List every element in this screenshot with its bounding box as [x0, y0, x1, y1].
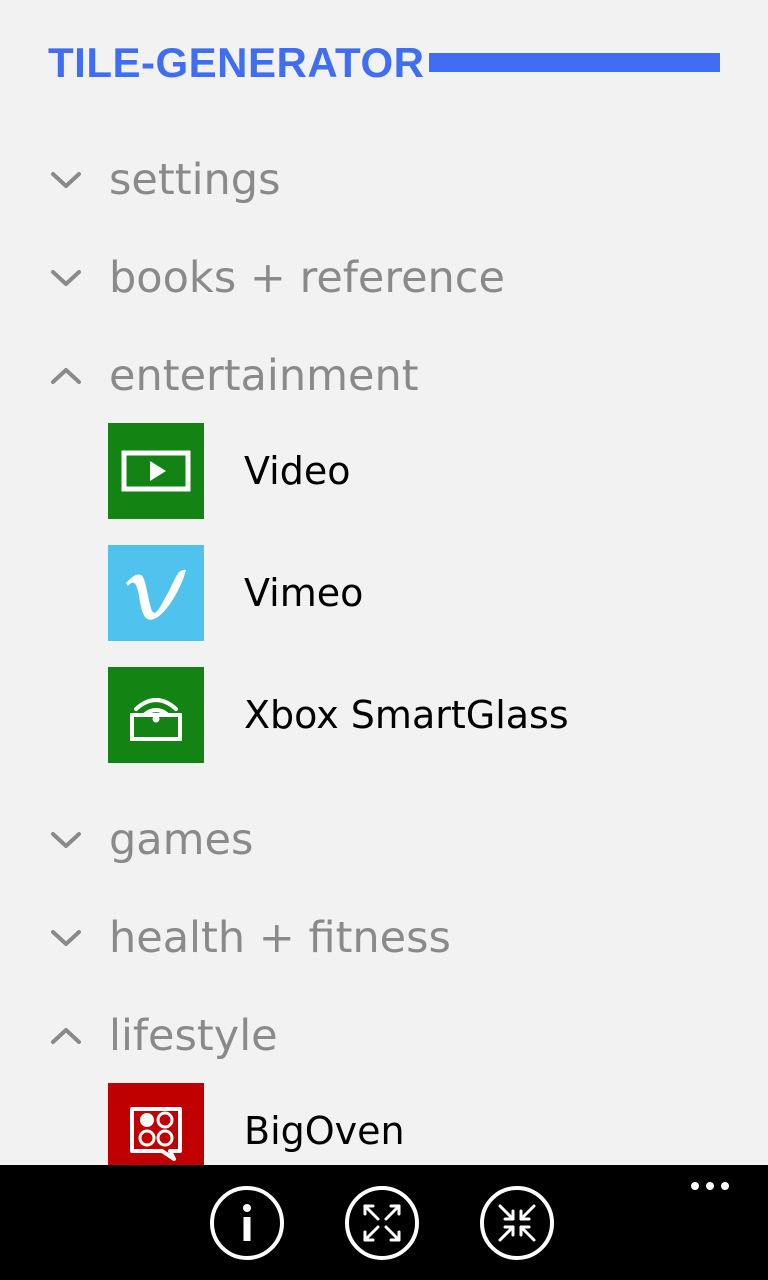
category-label: lifestyle	[109, 1011, 278, 1061]
application-bar	[0, 1165, 768, 1280]
app-item-video[interactable]: Video	[108, 423, 350, 519]
category-label: settings	[109, 155, 281, 205]
app-tile-xbox-smartglass	[108, 667, 204, 763]
category-label: health + fitness	[109, 913, 451, 963]
app-title: TILE-GENERATOR	[48, 39, 425, 86]
category-label: games	[109, 815, 254, 865]
category-settings[interactable]: settings	[46, 145, 280, 215]
category-books-reference[interactable]: books + reference	[46, 243, 505, 313]
collapse-icon	[480, 1186, 554, 1260]
info-button[interactable]	[208, 1184, 286, 1262]
ellipsis-icon	[691, 1182, 729, 1190]
chevron-down-icon	[46, 918, 86, 958]
expand-icon	[345, 1186, 419, 1260]
category-entertainment[interactable]: entertainment	[46, 341, 419, 411]
category-games[interactable]: games	[46, 805, 253, 875]
chevron-up-icon	[46, 1016, 86, 1056]
more-button[interactable]	[680, 1171, 740, 1201]
chevron-down-icon	[46, 820, 86, 860]
vimeo-v-icon	[126, 569, 186, 620]
smartglass-icon	[130, 698, 182, 741]
chevron-down-icon	[46, 160, 86, 200]
app-name: Vimeo	[244, 571, 364, 615]
expand-button[interactable]	[343, 1184, 421, 1262]
app-tile-vimeo	[108, 545, 204, 641]
app-name: Xbox SmartGlass	[244, 693, 569, 737]
app-item-vimeo[interactable]: Vimeo	[108, 545, 363, 641]
category-label: entertainment	[109, 351, 419, 401]
category-lifestyle[interactable]: lifestyle	[46, 1001, 278, 1071]
collapse-button[interactable]	[478, 1184, 556, 1262]
category-label: books + reference	[109, 253, 505, 303]
info-icon	[210, 1186, 284, 1260]
app-name: BigOven	[244, 1109, 405, 1153]
category-health-fitness[interactable]: health + fitness	[46, 903, 451, 973]
chevron-down-icon	[46, 258, 86, 298]
chevron-up-icon	[46, 356, 86, 396]
app-tile-video	[108, 423, 204, 519]
app-item-xbox-smartglass[interactable]: Xbox SmartGlass	[108, 667, 569, 763]
video-play-icon	[121, 450, 191, 492]
app-name: Video	[244, 449, 351, 493]
title-accent-bar	[429, 53, 720, 72]
